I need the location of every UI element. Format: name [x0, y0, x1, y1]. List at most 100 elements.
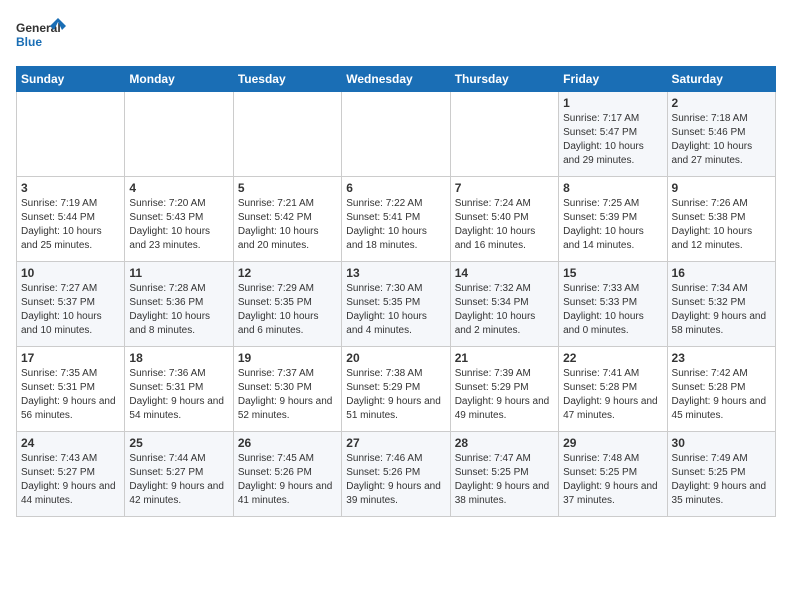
weekday-header-row: SundayMondayTuesdayWednesdayThursdayFrid…	[17, 67, 776, 92]
calendar-cell: 9 Sunrise: 7:26 AM Sunset: 5:38 PM Daylig…	[667, 177, 775, 262]
day-info: Sunrise: 7:43 AM Sunset: 5:27 PM Dayligh…	[21, 452, 120, 508]
day-info: Sunrise: 7:33 AM Sunset: 5:33 PM Dayligh…	[563, 282, 662, 338]
day-number: 20	[346, 351, 445, 365]
weekday-header-thursday: Thursday	[450, 67, 558, 92]
calendar-cell: 29 Sunrise: 7:48 AM Sunset: 5:25 PM Dayli…	[559, 432, 667, 517]
weekday-header-sunday: Sunday	[17, 67, 125, 92]
logo: General Blue	[16, 16, 66, 58]
week-row-3: 10Sunrise: 7:27 AM Sunset: 5:37 PM Dayli…	[17, 262, 776, 347]
calendar-cell: 23 Sunrise: 7:42 AM Sunset: 5:28 PM Dayli…	[667, 347, 775, 432]
day-number: 12	[238, 266, 337, 280]
day-info: Sunrise: 7:48 AM Sunset: 5:25 PM Dayligh…	[563, 452, 662, 508]
calendar-cell	[233, 92, 341, 177]
day-info: Sunrise: 7:39 AM Sunset: 5:29 PM Dayligh…	[455, 367, 554, 423]
day-info: Sunrise: 7:36 AM Sunset: 5:31 PM Dayligh…	[129, 367, 228, 423]
calendar-cell: 11 Sunrise: 7:28 AM Sunset: 5:36 PM Dayli…	[125, 262, 233, 347]
calendar-cell: 12 Sunrise: 7:29 AM Sunset: 5:35 PM Dayli…	[233, 262, 341, 347]
day-info: Sunrise: 7:26 AM Sunset: 5:38 PM Dayligh…	[672, 197, 771, 253]
calendar-cell: 24 Sunrise: 7:43 AM Sunset: 5:27 PM Dayli…	[17, 432, 125, 517]
day-info: Sunrise: 7:45 AM Sunset: 5:26 PM Dayligh…	[238, 452, 337, 508]
calendar-cell: 14Sunrise: 7:32 AM Sunset: 5:34 PM Dayli…	[450, 262, 558, 347]
weekday-header-tuesday: Tuesday	[233, 67, 341, 92]
calendar-cell: 27 Sunrise: 7:46 AM Sunset: 5:26 PM Dayli…	[342, 432, 450, 517]
svg-text:Blue: Blue	[16, 35, 42, 49]
day-info: Sunrise: 7:47 AM Sunset: 5:25 PM Dayligh…	[455, 452, 554, 508]
day-info: Sunrise: 7:38 AM Sunset: 5:29 PM Dayligh…	[346, 367, 445, 423]
calendar-cell: 22 Sunrise: 7:41 AM Sunset: 5:28 PM Dayli…	[559, 347, 667, 432]
calendar-cell: 26 Sunrise: 7:45 AM Sunset: 5:26 PM Dayli…	[233, 432, 341, 517]
weekday-header-wednesday: Wednesday	[342, 67, 450, 92]
weekday-header-monday: Monday	[125, 67, 233, 92]
calendar-cell: 2 Sunrise: 7:18 AM Sunset: 5:46 PM Daylig…	[667, 92, 775, 177]
day-info: Sunrise: 7:19 AM Sunset: 5:44 PM Dayligh…	[21, 197, 120, 253]
calendar-cell	[450, 92, 558, 177]
day-info: Sunrise: 7:37 AM Sunset: 5:30 PM Dayligh…	[238, 367, 337, 423]
day-number: 1	[563, 96, 662, 110]
week-row-5: 24 Sunrise: 7:43 AM Sunset: 5:27 PM Dayli…	[17, 432, 776, 517]
day-info: Sunrise: 7:21 AM Sunset: 5:42 PM Dayligh…	[238, 197, 337, 253]
calendar-cell: 1 Sunrise: 7:17 AM Sunset: 5:47 PM Daylig…	[559, 92, 667, 177]
day-number: 30	[672, 436, 771, 450]
day-info: Sunrise: 7:29 AM Sunset: 5:35 PM Dayligh…	[238, 282, 337, 338]
day-info: Sunrise: 7:32 AM Sunset: 5:34 PM Dayligh…	[455, 282, 554, 338]
day-number: 25	[129, 436, 228, 450]
day-number: 7	[455, 181, 554, 195]
day-info: Sunrise: 7:25 AM Sunset: 5:39 PM Dayligh…	[563, 197, 662, 253]
day-number: 19	[238, 351, 337, 365]
day-info: Sunrise: 7:30 AM Sunset: 5:35 PM Dayligh…	[346, 282, 445, 338]
calendar-cell: 18 Sunrise: 7:36 AM Sunset: 5:31 PM Dayli…	[125, 347, 233, 432]
day-info: Sunrise: 7:42 AM Sunset: 5:28 PM Dayligh…	[672, 367, 771, 423]
week-row-1: 1 Sunrise: 7:17 AM Sunset: 5:47 PM Daylig…	[17, 92, 776, 177]
day-info: Sunrise: 7:46 AM Sunset: 5:26 PM Dayligh…	[346, 452, 445, 508]
day-info: Sunrise: 7:35 AM Sunset: 5:31 PM Dayligh…	[21, 367, 120, 423]
calendar-cell: 8 Sunrise: 7:25 AM Sunset: 5:39 PM Daylig…	[559, 177, 667, 262]
day-number: 23	[672, 351, 771, 365]
day-info: Sunrise: 7:49 AM Sunset: 5:25 PM Dayligh…	[672, 452, 771, 508]
day-number: 9	[672, 181, 771, 195]
calendar-cell: 30 Sunrise: 7:49 AM Sunset: 5:25 PM Dayli…	[667, 432, 775, 517]
weekday-header-friday: Friday	[559, 67, 667, 92]
day-number: 2	[672, 96, 771, 110]
day-number: 15	[563, 266, 662, 280]
day-number: 26	[238, 436, 337, 450]
day-info: Sunrise: 7:20 AM Sunset: 5:43 PM Dayligh…	[129, 197, 228, 253]
day-number: 24	[21, 436, 120, 450]
calendar-cell: 20 Sunrise: 7:38 AM Sunset: 5:29 PM Dayli…	[342, 347, 450, 432]
day-number: 28	[455, 436, 554, 450]
day-info: Sunrise: 7:22 AM Sunset: 5:41 PM Dayligh…	[346, 197, 445, 253]
calendar-cell: 28 Sunrise: 7:47 AM Sunset: 5:25 PM Dayli…	[450, 432, 558, 517]
day-number: 17	[21, 351, 120, 365]
day-number: 18	[129, 351, 228, 365]
day-number: 6	[346, 181, 445, 195]
day-info: Sunrise: 7:34 AM Sunset: 5:32 PM Dayligh…	[672, 282, 771, 338]
day-number: 29	[563, 436, 662, 450]
calendar-cell: 15 Sunrise: 7:33 AM Sunset: 5:33 PM Dayli…	[559, 262, 667, 347]
day-info: Sunrise: 7:44 AM Sunset: 5:27 PM Dayligh…	[129, 452, 228, 508]
weekday-header-saturday: Saturday	[667, 67, 775, 92]
calendar-cell: 25 Sunrise: 7:44 AM Sunset: 5:27 PM Dayli…	[125, 432, 233, 517]
day-info: Sunrise: 7:18 AM Sunset: 5:46 PM Dayligh…	[672, 112, 771, 168]
day-info: Sunrise: 7:17 AM Sunset: 5:47 PM Dayligh…	[563, 112, 662, 168]
day-number: 4	[129, 181, 228, 195]
day-number: 27	[346, 436, 445, 450]
day-info: Sunrise: 7:28 AM Sunset: 5:36 PM Dayligh…	[129, 282, 228, 338]
calendar-cell: 7 Sunrise: 7:24 AM Sunset: 5:40 PM Daylig…	[450, 177, 558, 262]
calendar-cell: 4 Sunrise: 7:20 AM Sunset: 5:43 PM Daylig…	[125, 177, 233, 262]
logo-icon: General Blue	[16, 16, 66, 58]
page-header: General Blue	[16, 16, 776, 58]
day-number: 11	[129, 266, 228, 280]
day-number: 22	[563, 351, 662, 365]
calendar-cell: 13Sunrise: 7:30 AM Sunset: 5:35 PM Dayli…	[342, 262, 450, 347]
day-number: 8	[563, 181, 662, 195]
day-number: 3	[21, 181, 120, 195]
week-row-4: 17 Sunrise: 7:35 AM Sunset: 5:31 PM Dayli…	[17, 347, 776, 432]
calendar-cell: 10Sunrise: 7:27 AM Sunset: 5:37 PM Dayli…	[17, 262, 125, 347]
week-row-2: 3 Sunrise: 7:19 AM Sunset: 5:44 PM Daylig…	[17, 177, 776, 262]
day-info: Sunrise: 7:24 AM Sunset: 5:40 PM Dayligh…	[455, 197, 554, 253]
calendar-cell: 3 Sunrise: 7:19 AM Sunset: 5:44 PM Daylig…	[17, 177, 125, 262]
calendar-table: SundayMondayTuesdayWednesdayThursdayFrid…	[16, 66, 776, 517]
calendar-cell: 16Sunrise: 7:34 AM Sunset: 5:32 PM Dayli…	[667, 262, 775, 347]
day-info: Sunrise: 7:27 AM Sunset: 5:37 PM Dayligh…	[21, 282, 120, 338]
day-info: Sunrise: 7:41 AM Sunset: 5:28 PM Dayligh…	[563, 367, 662, 423]
calendar-cell: 19 Sunrise: 7:37 AM Sunset: 5:30 PM Dayli…	[233, 347, 341, 432]
